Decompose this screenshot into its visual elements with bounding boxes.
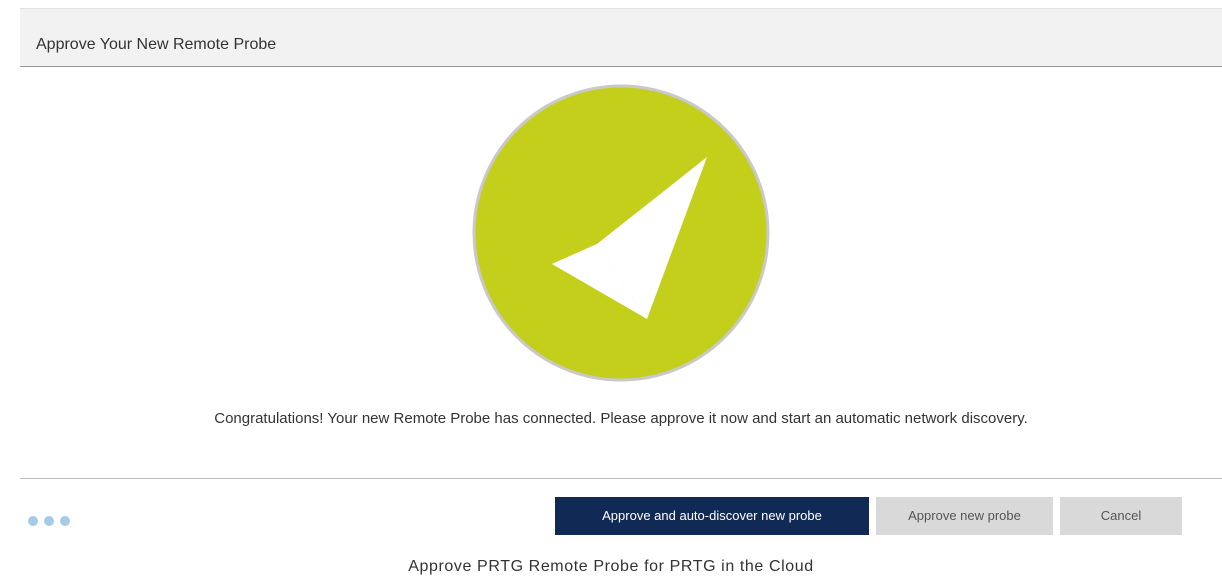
approve-probe-dialog: Approve Your New Remote Probe Congratula…: [20, 8, 1222, 547]
dot: [28, 516, 38, 526]
dialog-header: Approve Your New Remote Probe: [20, 9, 1222, 67]
success-message: Congratulations! Your new Remote Probe h…: [214, 410, 1028, 427]
figure-caption: Approve PRTG Remote Probe for PRTG in th…: [408, 558, 814, 575]
dot: [60, 516, 70, 526]
dot: [44, 516, 54, 526]
cancel-button[interactable]: Cancel: [1060, 497, 1182, 535]
dialog-title: Approve Your New Remote Probe: [36, 36, 277, 53]
dots-icon: [28, 516, 70, 526]
footer-divider: [20, 478, 1222, 479]
approve-button[interactable]: Approve new probe: [876, 497, 1053, 535]
approve-and-discover-button[interactable]: Approve and auto-discover new probe: [555, 497, 869, 535]
checkmark-icon: [472, 84, 770, 382]
